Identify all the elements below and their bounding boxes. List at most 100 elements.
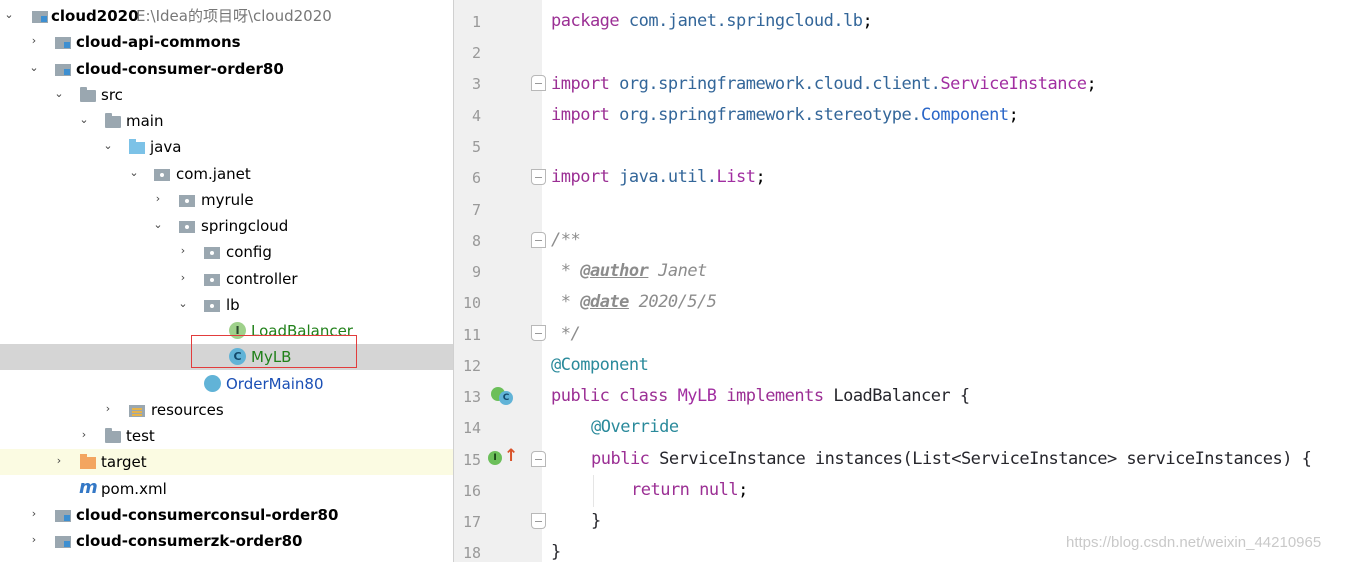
comment: Janet xyxy=(648,261,707,281)
implemented-method-icon[interactable]: I xyxy=(488,451,502,465)
tree-item-label: com.janet xyxy=(176,165,251,183)
fold-marker-icon[interactable] xyxy=(531,169,546,185)
tree-row-myrule[interactable]: › myrule xyxy=(0,187,453,213)
package-icon xyxy=(178,192,196,208)
package-icon xyxy=(203,271,221,287)
chevron-right-icon[interactable]: › xyxy=(151,190,165,208)
fold-marker-icon[interactable] xyxy=(531,325,546,341)
tree-row-pom-xml[interactable]: m pom.xml xyxy=(0,476,453,502)
chevron-down-icon[interactable]: ⌄ xyxy=(27,59,41,77)
chevron-right-icon[interactable]: › xyxy=(27,531,41,549)
line-number: 14 xyxy=(462,419,481,437)
keyword: package xyxy=(551,11,620,31)
tree-row-controller[interactable]: › controller xyxy=(0,266,453,292)
tree-item-label: config xyxy=(226,243,272,261)
code-line-18: } xyxy=(551,542,561,562)
module-folder-icon xyxy=(54,507,72,523)
chevron-down-icon[interactable]: ⌄ xyxy=(176,295,190,313)
tree-row-cloud-consumerzk-order80[interactable]: › cloud-consumerzk-order80 xyxy=(0,528,453,554)
chevron-right-icon[interactable]: › xyxy=(27,32,41,50)
package-icon xyxy=(153,166,171,182)
line-number: 2 xyxy=(471,44,481,62)
line-number: 8 xyxy=(471,232,481,250)
chevron-right-icon[interactable]: › xyxy=(77,426,91,444)
chevron-down-icon[interactable]: ⌄ xyxy=(151,216,165,234)
tree-row-main[interactable]: ⌄ main xyxy=(0,108,453,134)
tree-item-label: cloud-consumer-order80 xyxy=(76,60,284,78)
package-name: org.springframework.cloud.client. xyxy=(609,74,941,94)
code-line-14: @Override xyxy=(591,417,679,437)
tree-row-cloud-consumerconsul-order80[interactable]: › cloud-consumerconsul-order80 xyxy=(0,502,453,528)
tree-row-cloud-consumer-order80[interactable]: ⌄ cloud-consumer-order80 xyxy=(0,56,453,82)
tree-row-config[interactable]: › config xyxy=(0,239,453,265)
line-number: 12 xyxy=(462,357,481,375)
fold-marker-icon[interactable] xyxy=(531,513,546,529)
javadoc-tag: @author xyxy=(580,261,649,281)
chevron-down-icon[interactable]: ⌄ xyxy=(2,6,16,24)
tree-row-cloud-api-commons[interactable]: › cloud-api-commons xyxy=(0,29,453,55)
tree-row-lb[interactable]: ⌄ lb xyxy=(0,292,453,318)
fold-marker-icon[interactable] xyxy=(531,232,546,248)
folder-icon xyxy=(79,87,97,103)
maven-icon: m xyxy=(79,477,98,498)
tree-row-target[interactable]: › target xyxy=(0,449,453,475)
javadoc-tag: @date xyxy=(580,292,629,312)
keyword: import xyxy=(551,74,610,94)
comment: * xyxy=(551,292,581,312)
code-line-4: import org.springframework.stereotype.Co… xyxy=(551,104,1019,126)
fold-marker-icon[interactable] xyxy=(531,75,546,91)
package-icon xyxy=(203,297,221,313)
chevron-down-icon[interactable]: ⌄ xyxy=(101,137,115,155)
tree-row-project-root[interactable]: ⌄ cloud2020 E:\Idea的项目呀\cloud2020 xyxy=(0,3,453,29)
line-number: 9 xyxy=(471,263,481,281)
tree-row-src[interactable]: ⌄ src xyxy=(0,82,453,108)
highlight-box xyxy=(191,335,357,368)
tree-row-com-janet[interactable]: ⌄ com.janet xyxy=(0,161,453,187)
watermark: https://blog.csdn.net/weixin_44210965 xyxy=(1066,534,1322,551)
code-line-17: } xyxy=(591,511,601,531)
chevron-right-icon[interactable]: › xyxy=(27,505,41,523)
chevron-right-icon[interactable]: › xyxy=(176,242,190,260)
folder-icon xyxy=(104,428,122,444)
tree-row-java[interactable]: ⌄ java xyxy=(0,134,453,160)
tree-item-label: myrule xyxy=(201,191,254,209)
comment: 2020/5/5 xyxy=(628,292,717,312)
chevron-right-icon[interactable]: › xyxy=(176,269,190,287)
keyword: import xyxy=(551,167,610,187)
punctuation: ; xyxy=(862,11,873,31)
module-folder-icon xyxy=(31,8,49,24)
chevron-right-icon[interactable]: › xyxy=(101,400,115,418)
keyword: return null xyxy=(631,480,739,500)
overrides-arrow-icon[interactable]: ↑ xyxy=(504,446,518,466)
chevron-down-icon[interactable]: ⌄ xyxy=(77,111,91,129)
tree-row-springcloud[interactable]: ⌄ springcloud xyxy=(0,213,453,239)
tree-item-label: springcloud xyxy=(201,217,289,235)
code-line-10: * @date 2020/5/5 xyxy=(551,291,717,313)
tree-item-label: cloud-consumerzk-order80 xyxy=(76,532,303,550)
code-line-8: /** xyxy=(551,230,581,250)
chevron-down-icon[interactable]: ⌄ xyxy=(127,164,141,182)
tree-item-label: OrderMain80 xyxy=(226,375,324,393)
fold-marker-icon[interactable] xyxy=(531,451,546,467)
package-name: java.util. xyxy=(609,167,717,187)
implementing-class-icon[interactable]: C xyxy=(499,391,513,405)
punctuation: ; xyxy=(1086,74,1097,94)
punctuation: ; xyxy=(738,480,748,500)
indent-guide xyxy=(593,475,594,507)
chevron-right-icon[interactable]: › xyxy=(52,452,66,470)
class-name: ServiceInstance xyxy=(940,74,1087,94)
chevron-down-icon[interactable]: ⌄ xyxy=(52,85,66,103)
excluded-folder-icon xyxy=(79,454,97,470)
tree-row-ordermain80[interactable]: OrderMain80 xyxy=(0,371,453,397)
line-number: 5 xyxy=(471,138,481,156)
tree-item-label: lb xyxy=(226,296,240,314)
code-line-12: @Component xyxy=(551,355,649,375)
code-line-11: */ xyxy=(551,324,581,344)
tree-item-label: controller xyxy=(226,270,298,288)
spring-boot-class-icon xyxy=(204,375,221,392)
tree-row-resources[interactable]: › resources xyxy=(0,397,453,423)
code-line-15: public ServiceInstance instances(List<Se… xyxy=(591,448,1312,470)
package-name: org.springframework.stereotype. xyxy=(609,105,921,125)
line-number: 1 xyxy=(471,13,481,31)
tree-row-test[interactable]: › test xyxy=(0,423,453,449)
